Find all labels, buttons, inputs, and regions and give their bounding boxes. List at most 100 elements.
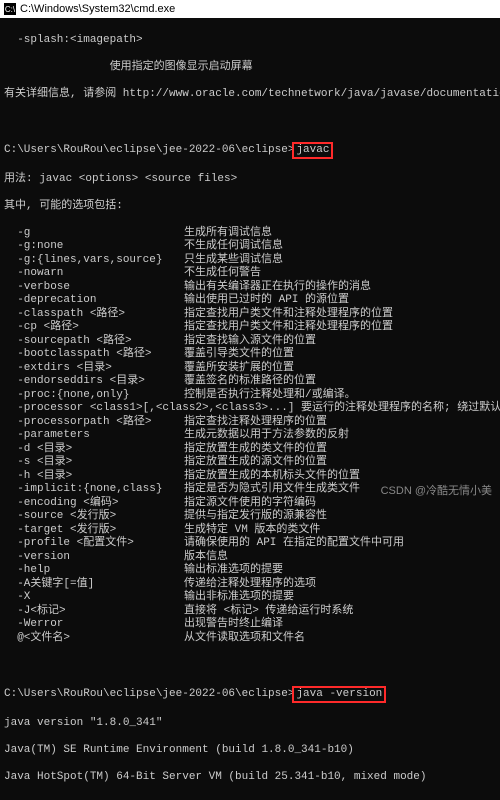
option-flag: -d <目录> <box>4 443 184 457</box>
option-flag: -proc:{none,only} <box>4 389 184 403</box>
option-flag: -g <box>4 227 184 241</box>
option-row: -classpath <路径>指定查找用户类文件和注释处理程序的位置 <box>4 308 496 322</box>
option-row: -source <发行版>提供与指定发行版的源兼容性 <box>4 510 496 524</box>
option-row: -deprecation输出使用已过时的 API 的源位置 <box>4 294 496 308</box>
option-flag: -verbose <box>4 281 184 295</box>
window-titlebar: C:\ C:\Windows\System32\cmd.exe <box>0 0 500 18</box>
watermark: CSDN @冷酷无情小美 <box>381 482 492 498</box>
option-desc: 只生成某些调试信息 <box>184 254 283 268</box>
option-row: -version版本信息 <box>4 551 496 565</box>
option-flag: -sourcepath <路径> <box>4 335 184 349</box>
option-row: -g生成所有调试信息 <box>4 227 496 241</box>
option-flag: -classpath <路径> <box>4 308 184 322</box>
option-flag: -g:none <box>4 240 184 254</box>
prompt-line: C:\Users\RouRou\eclipse\jee-2022-06\ecli… <box>4 686 496 704</box>
window-title: C:\Windows\System32\cmd.exe <box>20 3 175 15</box>
option-row: -A关键字[=值]传递给注释处理程序的选项 <box>4 578 496 592</box>
terminal-output[interactable]: -splash:<imagepath> 使用指定的图像显示启动屏幕 有关详细信息… <box>0 18 500 800</box>
option-flag: -X <box>4 591 184 605</box>
output-line: 使用指定的图像显示启动屏幕 <box>4 61 496 75</box>
option-flag: -nowarn <box>4 267 184 281</box>
option-desc: 指定查找用户类文件和注释处理程序的位置 <box>184 308 393 322</box>
option-flag: -A关键字[=值] <box>4 578 184 592</box>
option-flag: -deprecation <box>4 294 184 308</box>
option-row: -encoding <编码>指定源文件使用的字符编码 <box>4 497 496 511</box>
cmd-icon: C:\ <box>4 3 16 15</box>
output-line: 有关详细信息, 请参阅 http://www.oracle.com/techne… <box>4 88 496 102</box>
option-desc: 生成特定 VM 版本的类文件 <box>184 524 320 538</box>
option-row: -s <目录>指定放置生成的源文件的位置 <box>4 456 496 470</box>
option-row: -target <发行版>生成特定 VM 版本的类文件 <box>4 524 496 538</box>
option-desc: 指定放置生成的类文件的位置 <box>184 443 327 457</box>
option-row: -X输出非标准选项的提要 <box>4 591 496 605</box>
option-flag: -parameters <box>4 429 184 443</box>
output-line: Java HotSpot(TM) 64-Bit Server VM (build… <box>4 771 496 785</box>
option-row: -sourcepath <路径>指定查找输入源文件的位置 <box>4 335 496 349</box>
option-desc: 不生成任何警告 <box>184 267 261 281</box>
option-desc: 输出标准选项的提要 <box>184 564 283 578</box>
option-desc: 输出非标准选项的提要 <box>184 591 294 605</box>
option-flag: -implicit:{none,class} <box>4 483 184 497</box>
option-flag: -profile <配置文件> <box>4 537 184 551</box>
output-line: java version "1.8.0_341" <box>4 717 496 731</box>
option-flag: -encoding <编码> <box>4 497 184 511</box>
option-flag: -s <目录> <box>4 456 184 470</box>
option-flag: @<文件名> <box>4 632 184 646</box>
option-row: -g:{lines,vars,source}只生成某些调试信息 <box>4 254 496 268</box>
option-row: -Werror出现警告时终止编译 <box>4 618 496 632</box>
option-desc: 输出使用已过时的 API 的源位置 <box>184 294 349 308</box>
option-desc: 指定源文件使用的字符编码 <box>184 497 316 511</box>
option-flag: -target <发行版> <box>4 524 184 538</box>
option-desc: 提供与指定发行版的源兼容性 <box>184 510 327 524</box>
option-desc: 传递给注释处理程序的选项 <box>184 578 316 592</box>
option-flag: -bootclasspath <路径> <box>4 348 184 362</box>
option-row: -cp <路径>指定查找用户类文件和注释处理程序的位置 <box>4 321 496 335</box>
option-flag: -cp <路径> <box>4 321 184 335</box>
option-row: -endorseddirs <目录>覆盖签名的标准路径的位置 <box>4 375 496 389</box>
option-desc: 覆盖签名的标准路径的位置 <box>184 375 316 389</box>
option-flag: -extdirs <目录> <box>4 362 184 376</box>
option-flag: -Werror <box>4 618 184 632</box>
option-row: -processorpath <路径>指定查找注释处理程序的位置 <box>4 416 496 430</box>
option-desc: 出现警告时终止编译 <box>184 618 283 632</box>
option-row: -profile <配置文件>请确保使用的 API 在指定的配置文件中可用 <box>4 537 496 551</box>
option-desc: 直接将 <标记> 传递给运行时系统 <box>184 605 353 619</box>
option-desc: 控制是否执行注释处理和/或编译。 <box>184 389 356 403</box>
option-desc: 指定放置生成的源文件的位置 <box>184 456 327 470</box>
option-desc: 不生成任何调试信息 <box>184 240 283 254</box>
option-desc: 版本信息 <box>184 551 228 565</box>
output-line: -splash:<imagepath> <box>4 34 496 48</box>
option-row: -d <目录>指定放置生成的类文件的位置 <box>4 443 496 457</box>
option-row: -extdirs <目录>覆盖所安装扩展的位置 <box>4 362 496 376</box>
option-desc: 覆盖引导类文件的位置 <box>184 348 294 362</box>
option-row: -h <目录>指定放置生成的本机标头文件的位置 <box>4 470 496 484</box>
option-desc: 指定查找用户类文件和注释处理程序的位置 <box>184 321 393 335</box>
option-desc: 指定查找注释处理程序的位置 <box>184 416 327 430</box>
blank-line <box>4 659 496 673</box>
option-flag: -g:{lines,vars,source} <box>4 254 184 268</box>
option-flag: -source <发行版> <box>4 510 184 524</box>
prompt-line: C:\Users\RouRou\eclipse\jee-2022-06\ecli… <box>4 142 496 160</box>
option-row: -g:none不生成任何调试信息 <box>4 240 496 254</box>
option-desc: 输出有关编译器正在执行的操作的消息 <box>184 281 371 295</box>
option-desc: 指定查找输入源文件的位置 <box>184 335 316 349</box>
option-desc: 指定放置生成的本机标头文件的位置 <box>184 470 360 484</box>
option-row: -help输出标准选项的提要 <box>4 564 496 578</box>
option-flag: -h <目录> <box>4 470 184 484</box>
option-desc: 指定是否为隐式引用文件生成类文件 <box>184 483 360 497</box>
option-row: -bootclasspath <路径>覆盖引导类文件的位置 <box>4 348 496 362</box>
command-highlight: java -version <box>292 686 386 704</box>
blank-line <box>4 115 496 129</box>
option-row: -J<标记>直接将 <标记> 传递给运行时系统 <box>4 605 496 619</box>
option-flag: -help <box>4 564 184 578</box>
option-desc: 生成所有调试信息 <box>184 227 272 241</box>
option-desc: 覆盖所安装扩展的位置 <box>184 362 294 376</box>
option-flag: -version <box>4 551 184 565</box>
output-line: 其中, 可能的选项包括: <box>4 200 496 214</box>
option-row: -parameters生成元数据以用于方法参数的反射 <box>4 429 496 443</box>
option-row: -processor <class1>[,<class2>,<class3>..… <box>4 402 496 416</box>
option-flag: -processorpath <路径> <box>4 416 184 430</box>
option-row: -verbose输出有关编译器正在执行的操作的消息 <box>4 281 496 295</box>
output-line: Java(TM) SE Runtime Environment (build 1… <box>4 744 496 758</box>
output-line: 用法: javac <options> <source files> <box>4 173 496 187</box>
